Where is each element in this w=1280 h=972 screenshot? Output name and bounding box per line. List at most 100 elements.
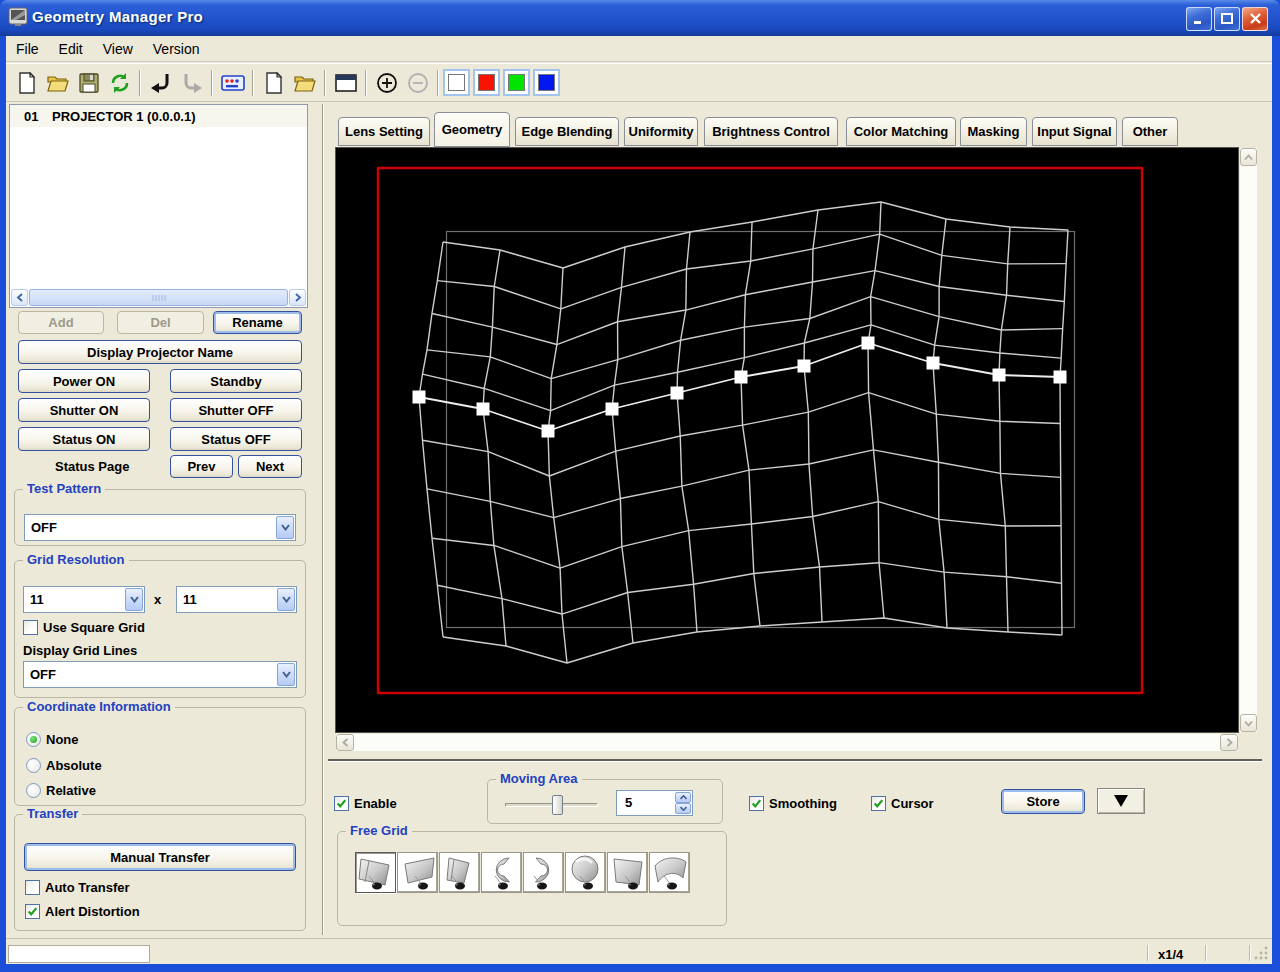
standby-button[interactable]: Standby [170, 369, 302, 393]
test-pattern-green-icon[interactable] [503, 69, 530, 96]
new-document-icon[interactable] [11, 68, 42, 98]
coordinate-none-radio[interactable]: None [26, 732, 79, 747]
tab-brightness-control[interactable]: Brightness Control [704, 117, 838, 146]
tab-color-matching[interactable]: Color Matching [846, 117, 956, 146]
new-file-icon[interactable] [258, 68, 289, 98]
tab-edge-blending[interactable]: Edge Blending [515, 117, 619, 146]
scroll-down-arrow[interactable] [1240, 714, 1257, 732]
tab-geometry[interactable]: Geometry [434, 112, 510, 147]
auto-transfer-checkbox[interactable]: Auto Transfer [25, 880, 130, 895]
tab-other[interactable]: Other [1122, 117, 1178, 146]
checkbox-box[interactable] [25, 880, 40, 895]
test-pattern-select[interactable]: OFF [24, 514, 296, 541]
display-grid-lines-select[interactable]: OFF [23, 661, 297, 688]
store-button[interactable]: Store [1001, 789, 1085, 814]
power-on-button[interactable]: Power ON [18, 369, 150, 393]
coordinate-absolute-radio[interactable]: Absolute [26, 758, 102, 773]
save-icon[interactable] [73, 68, 104, 98]
menu-version[interactable]: Version [143, 36, 210, 61]
enable-checkbox[interactable]: Enable [334, 796, 397, 811]
shutter-on-button[interactable]: Shutter ON [18, 398, 150, 422]
open-file-icon[interactable] [289, 68, 320, 98]
store-dropdown-button[interactable] [1097, 788, 1145, 814]
zoom-in-icon[interactable] [371, 68, 402, 98]
coordinate-relative-radio[interactable]: Relative [26, 783, 96, 798]
scroll-left-arrow[interactable] [336, 734, 354, 751]
geometry-canvas[interactable] [336, 148, 1238, 732]
checkbox-box[interactable] [25, 904, 40, 919]
chevron-down-icon[interactable] [125, 588, 143, 611]
radio-circle[interactable] [26, 732, 41, 747]
resize-grip[interactable] [1254, 946, 1268, 960]
tab-uniformity[interactable]: Uniformity [624, 117, 698, 146]
checkbox-box[interactable] [871, 796, 886, 811]
vertical-splitter[interactable] [322, 104, 324, 935]
canvas-vscrollbar[interactable] [1240, 148, 1257, 732]
tab-input-signal[interactable]: Input Signal [1032, 117, 1117, 146]
slider-thumb[interactable] [552, 795, 563, 815]
spin-down-button[interactable] [675, 803, 691, 814]
chevron-down-icon[interactable] [276, 516, 294, 539]
grid-v-select[interactable]: 11 [176, 586, 297, 613]
scroll-thumb[interactable] [29, 289, 288, 306]
menu-file[interactable]: File [6, 36, 49, 61]
chevron-down-icon[interactable] [277, 588, 295, 611]
use-square-grid-checkbox[interactable]: Use Square Grid [23, 620, 145, 635]
scroll-right-arrow[interactable] [1220, 734, 1238, 751]
checkbox-box[interactable] [334, 796, 349, 811]
projector-control-icon[interactable] [217, 68, 248, 98]
title-bar[interactable]: Geometry Manager Pro [0, 0, 1280, 36]
free-grid-plane-right-button[interactable] [607, 852, 648, 893]
grid-h-select[interactable]: 11 [23, 586, 145, 613]
close-button[interactable] [1242, 7, 1268, 31]
smoothing-checkbox[interactable]: Smoothing [749, 796, 837, 811]
undo-icon[interactable] [145, 68, 176, 98]
manual-transfer-button[interactable]: Manual Transfer [24, 843, 296, 871]
projector-list-item[interactable]: 01PROJECTOR 1 (0.0.0.1) [10, 105, 307, 127]
free-grid-tilt-left-button[interactable] [355, 852, 396, 893]
radio-circle[interactable] [26, 783, 41, 798]
maximize-button[interactable] [1214, 7, 1240, 31]
free-grid-fold-left-button[interactable] [439, 852, 480, 893]
menu-view[interactable]: View [93, 36, 143, 61]
shutter-off-button[interactable]: Shutter OFF [170, 398, 302, 422]
cursor-checkbox[interactable]: Cursor [871, 796, 934, 811]
toolbar-separator [139, 70, 141, 96]
tab-lens-setting[interactable]: Lens Setting [338, 117, 430, 146]
display-projector-name-button[interactable]: Display Projector Name [18, 340, 302, 364]
refresh-icon[interactable] [104, 68, 135, 98]
free-grid-sphere-button[interactable] [565, 852, 606, 893]
scroll-right-arrow[interactable] [289, 289, 306, 306]
rename-button[interactable]: Rename [213, 311, 302, 334]
canvas-hscrollbar[interactable] [336, 734, 1238, 751]
moving-area-spinner[interactable]: 5 [616, 790, 693, 816]
free-grid-band-button[interactable] [649, 852, 690, 893]
free-grid-cylinder-right-button[interactable] [523, 852, 564, 893]
status-off-button[interactable]: Status OFF [170, 427, 302, 451]
prev-button[interactable]: Prev [170, 455, 233, 478]
spin-up-button[interactable] [675, 792, 691, 803]
alert-distortion-checkbox[interactable]: Alert Distortion [25, 904, 140, 919]
test-pattern-red-icon[interactable] [473, 69, 500, 96]
minimize-button[interactable] [1186, 7, 1212, 31]
free-grid-cylinder-left-button[interactable] [481, 852, 522, 893]
scroll-up-arrow[interactable] [1240, 148, 1257, 166]
menu-edit[interactable]: Edit [49, 36, 93, 61]
radio-circle[interactable] [26, 758, 41, 773]
window-capture-icon[interactable] [330, 68, 361, 98]
projector-list-hscrollbar[interactable] [11, 289, 306, 306]
tab-masking[interactable]: Masking [960, 117, 1027, 146]
projector-list[interactable]: 01PROJECTOR 1 (0.0.0.1) [9, 104, 308, 308]
checkbox-box[interactable] [749, 796, 764, 811]
test-pattern-blue-icon[interactable] [533, 69, 560, 96]
scroll-left-arrow[interactable] [11, 289, 28, 306]
next-button[interactable]: Next [238, 455, 302, 478]
test-pattern-white-icon[interactable] [443, 69, 470, 96]
horizontal-splitter[interactable] [328, 759, 1262, 762]
status-on-button[interactable]: Status ON [18, 427, 150, 451]
open-project-icon[interactable] [42, 68, 73, 98]
radio-label: None [46, 732, 79, 747]
free-grid-tilt-right-button[interactable] [397, 852, 438, 893]
chevron-down-icon[interactable] [277, 663, 295, 686]
checkbox-box[interactable] [23, 620, 38, 635]
